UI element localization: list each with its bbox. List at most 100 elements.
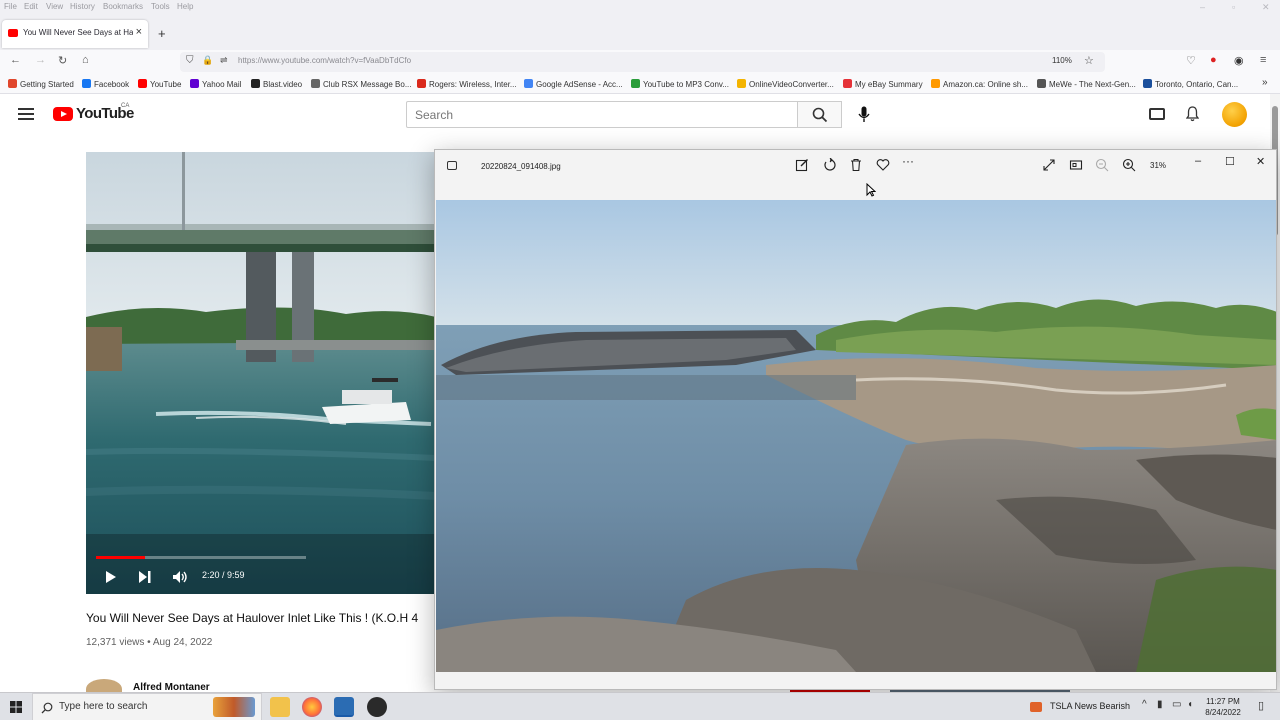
bookmark-onlinevideoconverter[interactable]: OnlineVideoConverter... — [737, 79, 834, 89]
reload-icon[interactable]: ↻ — [58, 54, 67, 67]
bookmark-rogers[interactable]: Rogers: Wireless, Inter... — [417, 79, 517, 89]
play-icon[interactable] — [105, 570, 117, 584]
video-title: You Will Never See Days at Haulover Inle… — [86, 611, 419, 625]
tab-close-icon[interactable]: × — [136, 26, 142, 38]
slideshow-icon[interactable] — [1069, 158, 1083, 172]
bookmark-ebay[interactable]: My eBay Summary — [843, 79, 923, 89]
bookmark-youtube[interactable]: YouTube — [138, 79, 181, 89]
menu-tools[interactable]: Tools — [151, 2, 170, 11]
browser-tab[interactable]: You Will Never See Days at Hau × — [2, 20, 148, 48]
url-bar[interactable]: ⛉ 🔒 ⇌ https://www.youtube.com/watch?v=fV… — [180, 52, 1105, 72]
firefox-icon[interactable] — [302, 697, 322, 717]
video-time: 2:20 / 9:59 — [202, 570, 245, 580]
menu-edit[interactable]: Edit — [24, 2, 38, 11]
bookmarks-overflow-icon[interactable]: » — [1262, 77, 1268, 88]
video-frame — [86, 152, 436, 594]
channel-avatar[interactable] — [86, 679, 122, 692]
photos-minimize-icon[interactable]: – — [1195, 155, 1201, 167]
more-icon[interactable]: ··· — [902, 154, 916, 168]
show-hidden-icons-icon[interactable]: ^ — [1142, 699, 1147, 710]
account-avatar[interactable] — [1222, 102, 1247, 127]
menu-bookmarks[interactable]: Bookmarks — [103, 2, 143, 11]
bookmark-amazon[interactable]: Amazon.ca: Online sh... — [931, 79, 1028, 89]
lock-icon[interactable]: 🔒 — [202, 55, 213, 66]
adblock-icon[interactable]: ● — [1210, 54, 1217, 66]
menu-help[interactable]: Help — [177, 2, 193, 11]
bookmark-facebook[interactable]: Facebook — [82, 79, 129, 89]
channel-name[interactable]: Alfred Montaner — [133, 682, 210, 692]
video-player[interactable]: 2:20 / 9:59 — [86, 152, 436, 594]
bookmark-favicon-icon — [417, 79, 426, 88]
app-menu-icon[interactable]: ≡ — [1260, 54, 1266, 66]
bookmark-getting-started[interactable]: Getting Started — [8, 79, 74, 89]
search-button[interactable] — [797, 101, 842, 128]
fullscreen-icon[interactable] — [1042, 158, 1056, 172]
network-icon[interactable]: ▭ — [1172, 699, 1181, 710]
search-icon — [812, 107, 828, 123]
recorder-app-icon[interactable] — [367, 697, 387, 717]
edit-icon[interactable] — [795, 158, 809, 172]
delete-icon[interactable] — [849, 158, 863, 172]
menu-bar: File Edit View History Bookmarks Tools H… — [0, 0, 1280, 14]
microphone-icon[interactable] — [858, 106, 870, 123]
photos-maximize-icon[interactable]: ☐ — [1225, 155, 1235, 168]
stock-news-icon[interactable] — [1030, 702, 1042, 712]
menu-file[interactable]: File — [4, 2, 17, 11]
bookmark-favicon-icon — [138, 79, 147, 88]
photo-zoom-level[interactable]: 31% — [1150, 161, 1166, 170]
extension-icon[interactable]: ◉ — [1234, 54, 1244, 67]
file-explorer-icon[interactable] — [270, 697, 290, 717]
menu-view[interactable]: View — [46, 2, 63, 11]
bookmark-blast-video[interactable]: Blast.video — [251, 79, 302, 89]
browser-maximize-icon[interactable]: ▫ — [1232, 2, 1235, 12]
browser-close-icon[interactable]: ✕ — [1262, 2, 1270, 13]
youtube-logo-icon[interactable] — [53, 107, 73, 121]
progress-bar[interactable] — [96, 556, 306, 559]
pocket-icon[interactable]: ♡ — [1186, 54, 1196, 67]
rotate-icon[interactable] — [823, 158, 837, 172]
bookmark-toronto[interactable]: Toronto, Ontario, Can... — [1143, 79, 1238, 89]
navigation-bar: ← → ↻ ⌂ ⛉ 🔒 ⇌ https://www.youtube.com/wa… — [0, 50, 1280, 74]
permissions-icon[interactable]: ⇌ — [220, 55, 228, 66]
bookmark-favicon-icon — [931, 79, 940, 88]
windows-start-icon[interactable] — [10, 701, 22, 713]
bookmark-favicon-icon — [251, 79, 260, 88]
bookmark-adsense[interactable]: Google AdSense - Acc... — [524, 79, 623, 89]
photos-close-icon[interactable]: ✕ — [1256, 155, 1265, 168]
taskbar-search[interactable]: Type here to search — [32, 693, 262, 720]
next-video-icon[interactable] — [138, 570, 152, 584]
volume-tray-icon[interactable]: ◖ — [1187, 699, 1193, 710]
bookmark-star-icon[interactable]: ☆ — [1084, 54, 1094, 67]
browser-minimize-icon[interactable]: – — [1200, 2, 1205, 12]
bookmark-mewe[interactable]: MeWe - The Next-Gen... — [1037, 79, 1136, 89]
search-highlight-icon[interactable] — [213, 697, 255, 717]
new-tab-icon[interactable]: + — [158, 26, 166, 41]
photo-filename: 20220824_091408.jpg — [481, 162, 561, 171]
photos-window[interactable]: 20220824_091408.jpg ··· 31% – ☐ ✕ — [434, 149, 1277, 690]
zoom-in-icon[interactable] — [1122, 158, 1136, 172]
create-video-icon[interactable] — [1149, 108, 1165, 120]
usb-icon[interactable]: ▮ — [1157, 699, 1163, 710]
notifications-icon[interactable]: ▯ — [1258, 699, 1264, 712]
bookmark-yahoo-mail[interactable]: Yahoo Mail — [190, 79, 241, 89]
url-text[interactable]: https://www.youtube.com/watch?v=fVaaDbTd… — [238, 56, 411, 65]
zoom-level[interactable]: 110% — [1052, 56, 1072, 65]
guide-menu-icon[interactable] — [18, 108, 34, 120]
system-clock[interactable]: 11:27 PM 8/24/2022 — [1197, 696, 1249, 718]
zoom-out-icon[interactable] — [1095, 158, 1109, 172]
back-icon[interactable]: ← — [10, 54, 21, 66]
favorite-icon[interactable] — [876, 158, 890, 172]
tracking-shield-icon[interactable]: ⛉ — [186, 55, 194, 66]
bookmark-favicon-icon — [82, 79, 91, 88]
home-icon[interactable]: ⌂ — [82, 54, 89, 66]
bookmark-yt-mp3[interactable]: YouTube to MP3 Conv... — [631, 79, 729, 89]
photos-app-taskbar-icon[interactable] — [334, 697, 354, 717]
bookmark-favicon-icon — [524, 79, 533, 88]
notifications-bell-icon[interactable] — [1186, 106, 1199, 122]
forward-icon[interactable]: → — [35, 54, 46, 66]
news-ticker[interactable]: TSLA News Bearish — [1050, 701, 1130, 711]
search-input[interactable] — [406, 101, 798, 128]
volume-icon[interactable] — [172, 570, 188, 584]
bookmark-club-rsx[interactable]: Club RSX Message Bo... — [311, 79, 411, 89]
menu-history[interactable]: History — [70, 2, 95, 11]
